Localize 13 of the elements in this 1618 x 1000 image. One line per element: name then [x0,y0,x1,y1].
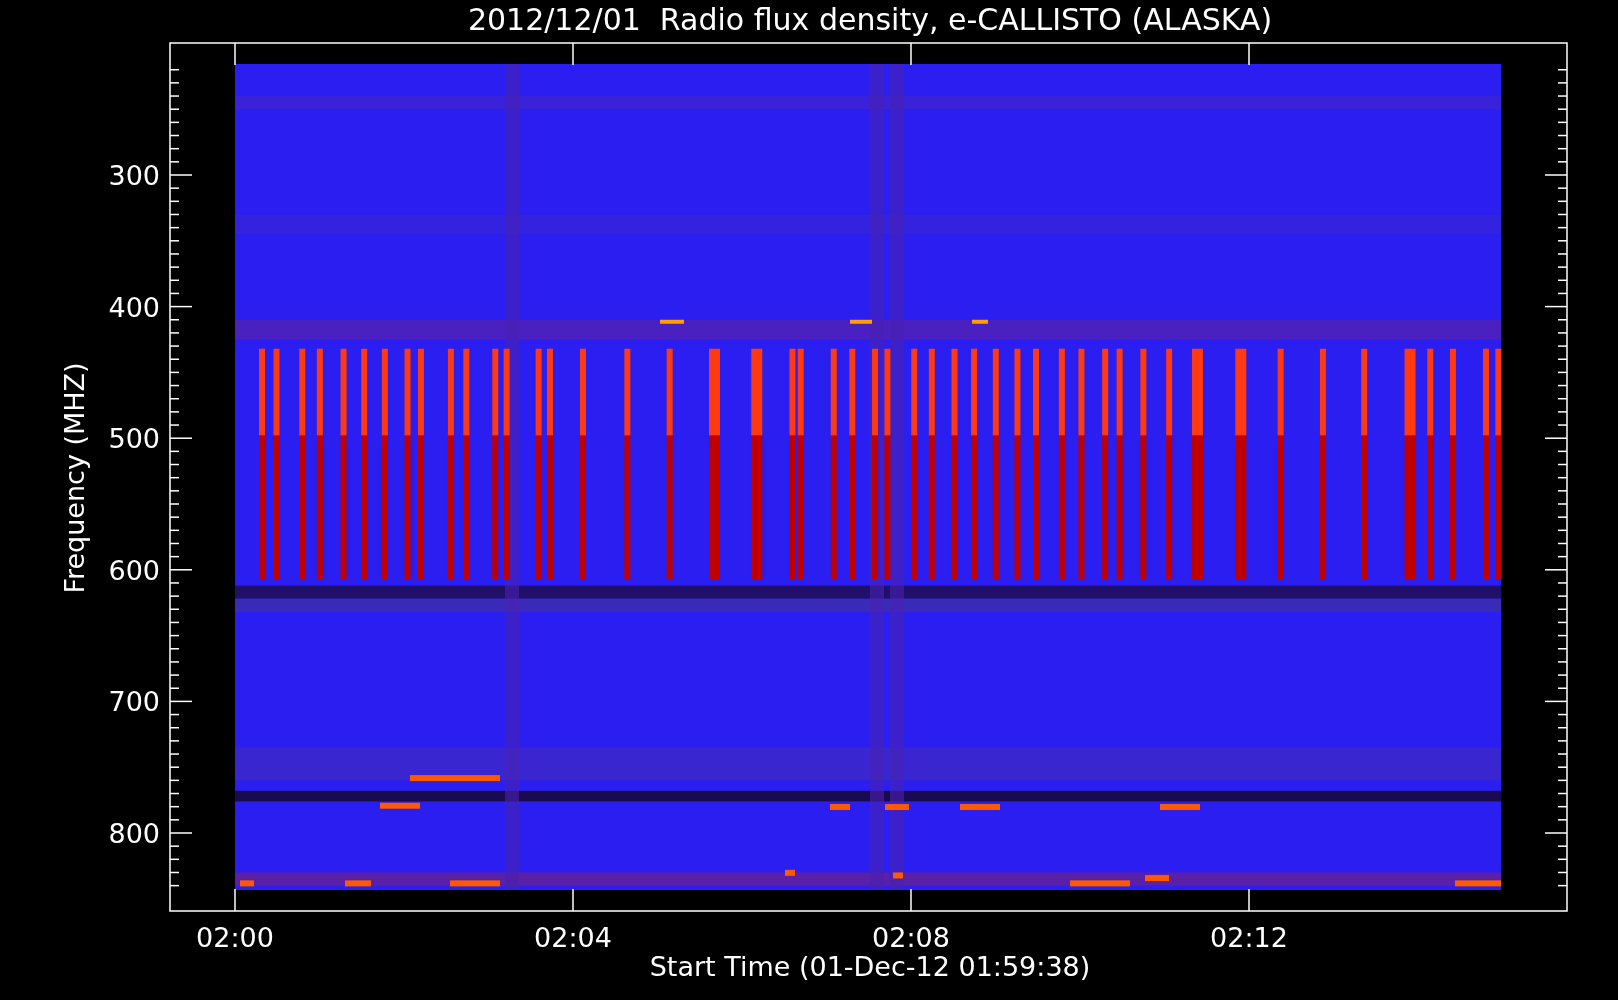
y-tick-label: 800 [108,818,160,849]
y-axis-label: Frequency (MHZ) [59,362,90,594]
y-tick-label: 600 [108,554,160,586]
chart-title: 2012/12/01 Radio flux density, e-CALLISTO (ALASKA) [467,2,1273,37]
x-tick-label: 02:00 [196,922,274,953]
x-tick-label: 02:04 [534,922,612,953]
y-tick-label: 400 [108,291,160,323]
x-tick-label: 02:12 [1210,922,1288,953]
y-tick-label: 700 [108,686,160,718]
x-tick-label: 02:08 [872,922,950,953]
y-tick-label: 500 [108,423,160,455]
y-tick-label: 300 [108,160,160,191]
x-axis-label: Start Time (01-Dec-12 01:59:38) [649,951,1091,982]
